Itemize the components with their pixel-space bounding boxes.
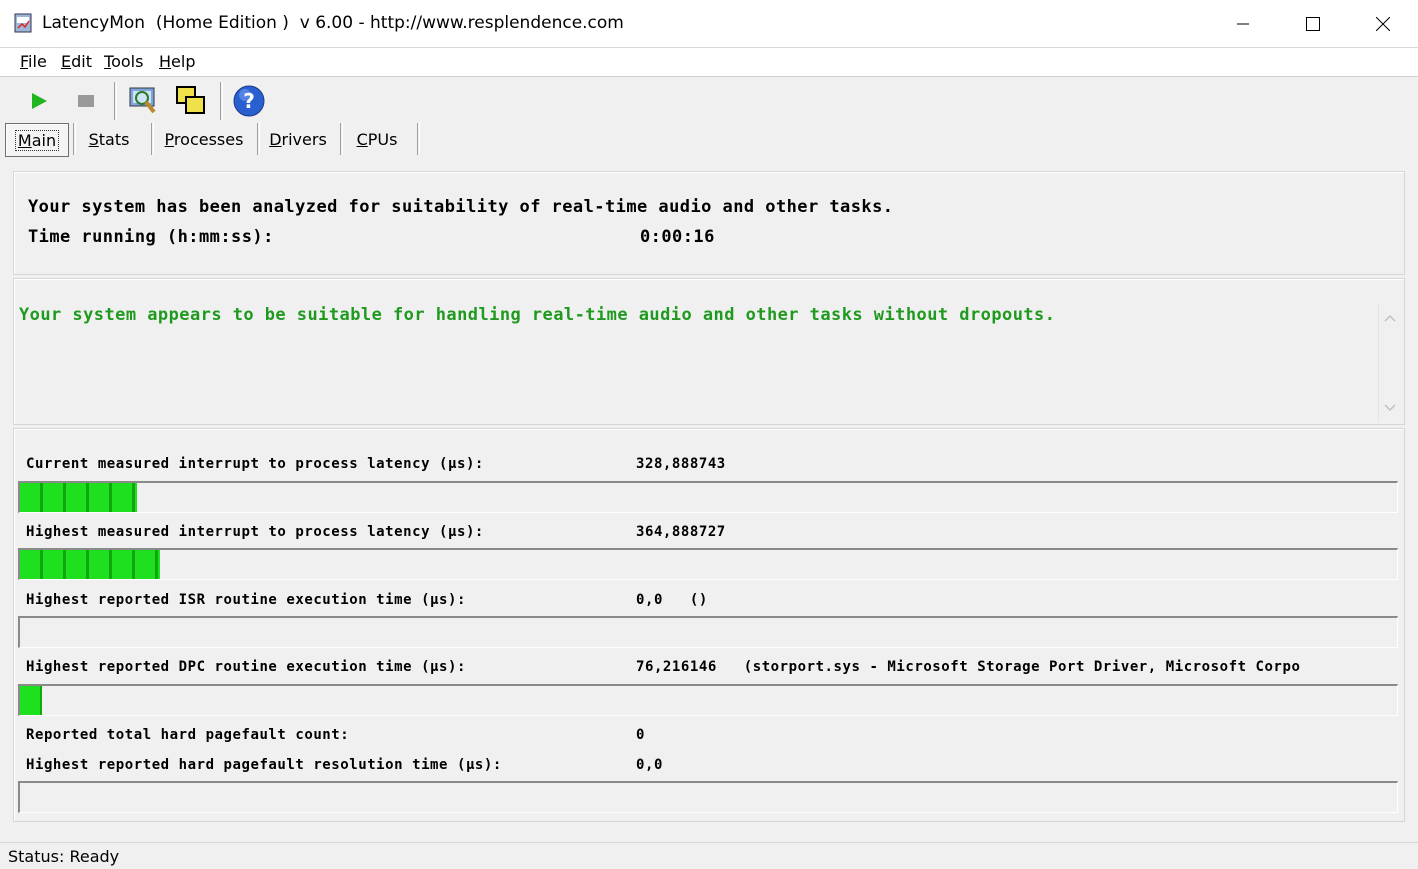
start-button[interactable] — [20, 82, 58, 120]
tab-separator — [73, 123, 76, 155]
tab-processes-label: Processes — [164, 129, 244, 149]
stop-icon — [78, 95, 94, 107]
tab-drivers-label: Drivers — [269, 129, 327, 149]
dpc-meter-fill — [20, 686, 43, 715]
tab-processes[interactable]: Processes — [156, 123, 252, 155]
tab-separator — [340, 123, 343, 155]
help-button[interactable]: ? — [230, 82, 268, 120]
isr-value: 0,0 () — [636, 592, 708, 608]
dpc-label: Highest reported DPC routine execution t… — [26, 659, 466, 675]
current-latency-label: Current measured interrupt to process la… — [26, 456, 484, 472]
latencymon-app-icon — [14, 12, 34, 34]
menu-tools[interactable]: Tools — [101, 52, 146, 71]
pagefault-count-label: Reported total hard pagefault count: — [26, 727, 350, 743]
menu-help[interactable]: Help — [156, 52, 198, 71]
menu-bar: File Edit Tools Help — [0, 48, 1418, 77]
tab-cpus-label: CPUs — [356, 129, 398, 149]
time-running-value: 0:00:16 — [640, 227, 715, 247]
tab-main-label: Main — [14, 129, 60, 151]
status-text: Status: Ready — [8, 847, 120, 866]
pagefault-time-meter — [18, 781, 1398, 813]
maximize-icon — [1306, 16, 1320, 31]
dpc-meter — [18, 684, 1398, 716]
highest-latency-value: 364,888727 — [636, 524, 726, 540]
current-latency-meter — [18, 481, 1398, 513]
analyze-icon — [129, 87, 156, 114]
scroll-up-icon[interactable] — [1379, 308, 1401, 328]
status-bar: Status: Ready — [0, 842, 1418, 869]
verdict-panel — [13, 278, 1405, 425]
time-running-label: Time running (h:mm:ss): — [28, 227, 274, 247]
pagefault-count-value: 0 — [636, 727, 645, 743]
verdict-text: Your system appears to be suitable for h… — [19, 305, 1056, 325]
window-title: LatencyMon (Home Edition ) v 6.00 - http… — [42, 13, 624, 33]
analyze-button[interactable] — [124, 82, 162, 120]
current-latency-value: 328,888743 — [636, 456, 726, 472]
analysis-summary-text: Your system has been analyzed for suitab… — [28, 197, 894, 217]
isr-label: Highest reported ISR routine execution t… — [26, 592, 466, 608]
highest-latency-meter-fill — [20, 550, 161, 579]
minimize-icon — [1237, 23, 1249, 24]
stop-button[interactable] — [67, 82, 105, 120]
highest-latency-meter — [18, 548, 1398, 580]
tab-cpus[interactable]: CPUs — [345, 123, 409, 155]
close-icon — [1376, 16, 1390, 31]
minimize-button[interactable] — [1208, 0, 1278, 47]
scroll-down-icon[interactable] — [1379, 398, 1401, 418]
tab-stats[interactable]: Stats — [78, 123, 140, 155]
summary-panel — [13, 171, 1405, 275]
verdict-scrollbar[interactable] — [1378, 304, 1401, 422]
isr-meter — [18, 616, 1398, 648]
windows-button[interactable] — [172, 82, 210, 120]
title-bar[interactable]: LatencyMon (Home Edition ) v 6.00 - http… — [0, 0, 1418, 48]
maximize-button[interactable] — [1278, 0, 1348, 47]
close-button[interactable] — [1348, 0, 1418, 47]
pagefault-time-label: Highest reported hard pagefault resoluti… — [26, 757, 502, 773]
pagefault-time-value: 0,0 — [636, 757, 663, 773]
play-icon — [32, 93, 47, 109]
tab-separator — [151, 123, 154, 155]
tab-stats-label: Stats — [88, 129, 130, 149]
toolbar-separator — [114, 82, 117, 120]
menu-file[interactable]: File — [17, 52, 50, 71]
highest-latency-label: Highest measured interrupt to process la… — [26, 524, 484, 540]
current-latency-meter-fill — [20, 483, 138, 512]
tab-separator — [257, 123, 260, 155]
tab-main[interactable]: Main — [5, 123, 69, 157]
svg-text:?: ? — [243, 89, 255, 113]
tab-separator — [417, 123, 420, 155]
dpc-value: 76,216146 (storport.sys - Microsoft Stor… — [636, 659, 1301, 675]
help-icon: ? — [233, 85, 265, 117]
windows-icon — [176, 86, 205, 114]
toolbar-separator — [220, 82, 223, 120]
menu-edit[interactable]: Edit — [58, 52, 95, 71]
tab-drivers[interactable]: Drivers — [262, 123, 334, 155]
